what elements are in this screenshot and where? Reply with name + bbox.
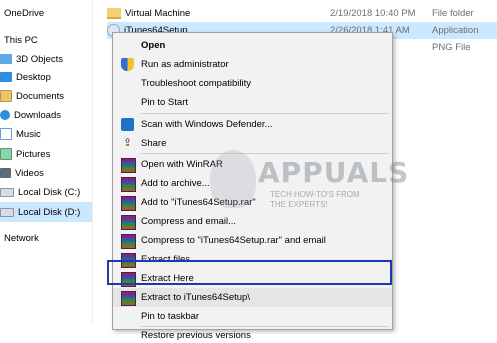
file-row[interactable]: Virtual Machine 2/19/2018 10:40 PM File … xyxy=(107,5,497,22)
nav-item-label: This PC xyxy=(4,34,38,46)
menu-item-label: Pin to taskbar xyxy=(141,311,200,322)
nav-item-network[interactable]: Network xyxy=(4,228,96,248)
watermark-tagline-line1: TECH HOW-TO'S FROM xyxy=(270,190,360,199)
highlight-box xyxy=(107,260,392,285)
menu-item-label: Troubleshoot compatibility xyxy=(141,78,252,89)
nav-item-label: 3D Objects xyxy=(16,53,63,65)
winrar-icon xyxy=(121,158,136,173)
nav-item-local-disk-c[interactable]: Local Disk (C:) xyxy=(0,182,92,202)
nav-item-downloads[interactable]: Downloads xyxy=(0,105,92,125)
file-type: PNG File xyxy=(432,42,471,53)
winrar-icon xyxy=(121,215,136,230)
desktop-icon xyxy=(0,72,12,82)
menu-item-label: Pin to Start xyxy=(141,97,188,108)
menu-item-open[interactable]: Open xyxy=(113,36,392,55)
winrar-icon xyxy=(121,234,136,249)
menu-item-scan-defender[interactable]: Scan with Windows Defender... xyxy=(113,115,392,134)
appuals-watermark: APPUALS TECH HOW-TO'S FROM THE EXPERTS! xyxy=(210,150,408,212)
winrar-icon xyxy=(121,177,136,192)
nav-item-label: Pictures xyxy=(16,148,51,160)
nav-item-onedrive[interactable]: OneDrive xyxy=(4,3,96,23)
menu-item-label: Compress and email... xyxy=(141,216,237,227)
nav-item-label: Local Disk (D:) xyxy=(18,206,81,218)
nav-item-label: Desktop xyxy=(16,71,51,83)
file-date: 2/19/2018 10:40 PM xyxy=(330,8,416,19)
menu-item-troubleshoot[interactable]: Troubleshoot compatibility xyxy=(113,74,392,93)
mascot-logo-icon xyxy=(210,150,256,208)
nav-item-documents[interactable]: Documents xyxy=(0,86,92,106)
menu-item-label: Add to archive... xyxy=(141,178,210,189)
share-icon: ⇪ xyxy=(122,137,133,149)
watermark-tagline-line2: THE EXPERTS! xyxy=(270,200,328,209)
disk-icon xyxy=(0,207,14,217)
menu-item-extract-to-folder[interactable]: Extract to iTunes64Setup\ xyxy=(113,288,392,307)
nav-item-desktop[interactable]: Desktop xyxy=(0,67,92,87)
nav-item-local-disk-d[interactable]: Local Disk (D:) xyxy=(0,202,92,222)
downloads-icon xyxy=(0,110,10,120)
music-icon xyxy=(0,128,12,140)
nav-item-3d-objects[interactable]: 3D Objects xyxy=(0,49,92,69)
menu-item-label: Share xyxy=(141,138,167,149)
menu-item-compress-email[interactable]: Compress and email... xyxy=(113,212,392,231)
menu-item-label: Compress to "iTunes64Setup.rar" and emai… xyxy=(141,235,326,246)
menu-item-restore-previous[interactable]: Restore previous versions xyxy=(113,327,392,343)
nav-item-videos[interactable]: Videos xyxy=(0,163,92,183)
winrar-icon xyxy=(121,196,136,211)
nav-item-this-pc[interactable]: This PC xyxy=(4,30,96,50)
menu-item-label: Scan with Windows Defender... xyxy=(141,119,273,130)
menu-item-pin-to-taskbar[interactable]: Pin to taskbar xyxy=(113,307,392,326)
menu-item-label: Open xyxy=(141,40,166,51)
menu-item-label: Restore previous versions xyxy=(141,329,251,341)
nav-item-label: Downloads xyxy=(14,109,61,121)
nav-item-label: Music xyxy=(16,128,41,140)
file-name: Virtual Machine xyxy=(125,8,191,19)
menu-item-compress-to-rar-email[interactable]: Compress to "iTunes64Setup.rar" and emai… xyxy=(113,231,392,250)
file-type: Application xyxy=(432,25,479,36)
file-type: File folder xyxy=(432,8,474,19)
uac-shield-icon xyxy=(121,58,134,71)
menu-item-run-as-admin[interactable]: Run as administrator xyxy=(113,55,392,74)
nav-item-label: OneDrive xyxy=(4,7,45,19)
nav-item-label: Local Disk (C:) xyxy=(18,186,81,198)
menu-separator xyxy=(141,113,389,114)
nav-item-label: Videos xyxy=(15,167,44,179)
pictures-icon xyxy=(0,148,12,160)
nav-item-label: Documents xyxy=(16,90,65,102)
nav-item-pictures[interactable]: Pictures xyxy=(0,144,92,164)
menu-item-label: Extract to iTunes64Setup\ xyxy=(141,292,250,303)
menu-item-label: Run as administrator xyxy=(141,59,229,70)
winrar-icon xyxy=(121,291,136,306)
navigation-pane: OneDrive This PC 3D Objects Desktop Docu… xyxy=(0,0,93,325)
watermark-brand: APPUALS xyxy=(258,156,410,189)
documents-icon xyxy=(0,90,12,102)
folder-icon xyxy=(107,8,121,19)
nav-item-music[interactable]: Music xyxy=(0,124,92,144)
3d-objects-icon xyxy=(0,54,12,64)
videos-icon xyxy=(0,168,11,178)
watermark-tagline: TECH HOW-TO'S FROM THE EXPERTS! xyxy=(270,190,360,210)
disk-icon xyxy=(0,187,14,197)
nav-item-label: Network xyxy=(4,232,39,244)
menu-item-pin-to-start[interactable]: Pin to Start xyxy=(113,93,392,112)
defender-icon xyxy=(121,118,134,131)
